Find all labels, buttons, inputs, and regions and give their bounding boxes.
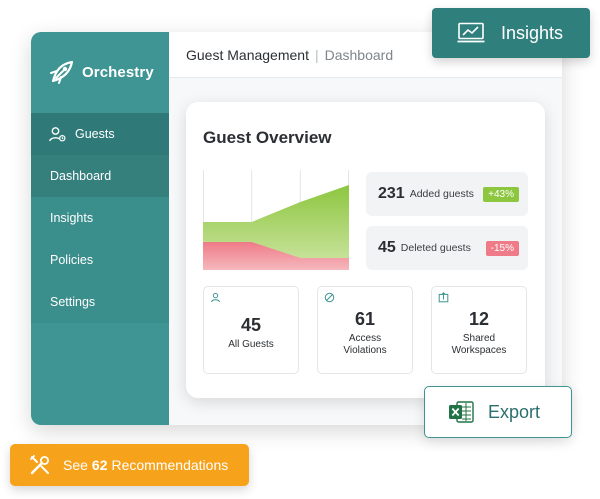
added-guests-stat: 231 Added guests +43% (366, 172, 528, 216)
card-title: Guest Overview (203, 128, 332, 147)
prohibited-icon (324, 292, 335, 303)
excel-icon (448, 400, 474, 424)
breadcrumb-title[interactable]: Guest Management (186, 47, 309, 63)
insights-button[interactable]: Insights (432, 8, 590, 58)
sidebar-item-label: Dashboard (50, 169, 112, 183)
sidebar-item-dashboard[interactable]: Dashboard (31, 155, 169, 197)
deleted-guests-label: Deleted guests (400, 242, 471, 254)
all-guests-label: All Guests (228, 339, 274, 350)
user-icon (210, 292, 221, 303)
shared-workspaces-value: 12 (468, 309, 490, 329)
access-violations-tile[interactable]: 61 Access Violations (317, 286, 413, 374)
logo: Orchestry (47, 56, 154, 88)
sidebar-item-label: Guests (75, 127, 115, 141)
export-button-label: Export (488, 401, 541, 422)
added-change-badge: +43% (483, 187, 519, 202)
added-guests-value: 231 (378, 185, 405, 202)
sidebar-item-settings[interactable]: Settings (31, 281, 169, 323)
recommendations-prefix: See (63, 457, 88, 473)
access-violations-label-line1: Access (348, 333, 382, 344)
guest-overview-card: Guest Overview 231 Added guests +43% 45 … (186, 102, 545, 398)
shared-workspaces-label-line1: Shared (462, 333, 496, 344)
tools-icon (29, 454, 51, 476)
sidebar-item-insights[interactable]: Insights (31, 197, 169, 239)
monitor-chart-icon (457, 22, 485, 44)
all-guests-value: 45 (240, 315, 262, 335)
logo-text: Orchestry (82, 63, 154, 81)
sidebar-item-label: Policies (50, 253, 94, 267)
share-icon (438, 292, 449, 303)
sidebar-item-policies[interactable]: Policies (31, 239, 169, 281)
recommendations-button[interactable]: See 62 Recommendations (10, 444, 249, 486)
export-button[interactable]: Export (424, 386, 572, 438)
user-icon (48, 125, 66, 143)
deleted-change-badge: -15% (485, 241, 519, 256)
breadcrumb-separator: | (314, 46, 319, 63)
shared-workspaces-tile[interactable]: 12 Shared Workspaces (431, 286, 527, 374)
all-guests-tile[interactable]: 45 All Guests (203, 286, 299, 374)
deleted-guests-stat: 45 Deleted guests -15% (366, 226, 528, 270)
sidebar: Orchestry Guests Dashboard Insights Poli… (31, 32, 169, 425)
shared-workspaces-label-line2: Workspaces (451, 345, 507, 356)
recommendations-suffix: Recommendations (111, 457, 229, 473)
deleted-guests-value: 45 (378, 239, 396, 256)
orchestry-logo-icon (50, 60, 74, 84)
guest-trend-chart (203, 170, 349, 270)
sidebar-item-guests[interactable]: Guests (31, 113, 169, 155)
access-violations-label-line2: Violations (343, 345, 387, 356)
recommendations-count: 62 (91, 457, 108, 473)
insights-button-label: Insights (501, 22, 564, 43)
added-guests-label: Added guests (409, 188, 474, 200)
sidebar-item-label: Settings (50, 295, 96, 309)
sidebar-item-label: Insights (50, 211, 94, 225)
breadcrumb-current: Dashboard (324, 46, 394, 63)
access-violations-value: 61 (354, 309, 376, 329)
